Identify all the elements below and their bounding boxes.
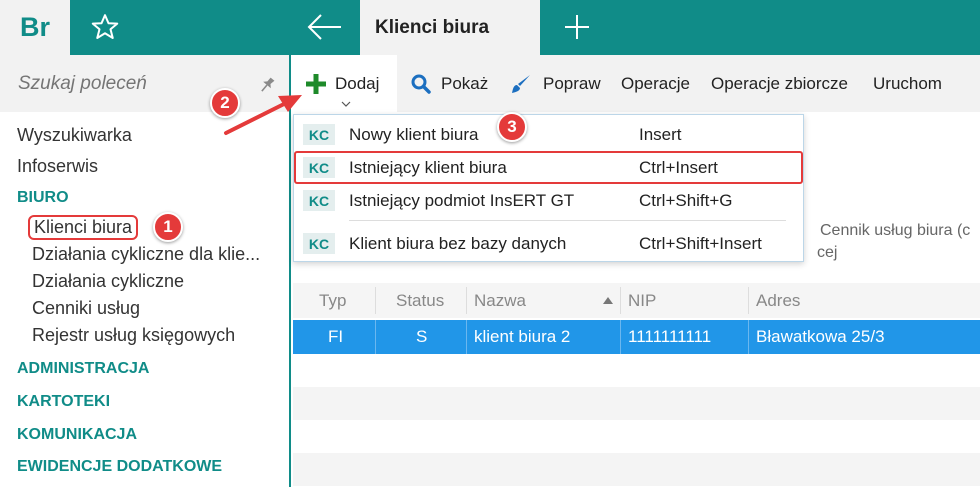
cell-divider xyxy=(466,320,467,354)
sidebar-item-rejestr-uslug[interactable]: Rejestr usług księgowych xyxy=(32,325,235,346)
sidebar-section-administracja[interactable]: ADMINISTRACJA xyxy=(17,360,149,378)
run-button[interactable]: Uruchom xyxy=(873,55,942,112)
price-list-filter-label: Cennik usług biura (c xyxy=(820,222,971,239)
annotation-badge-1: 1 xyxy=(153,212,183,242)
menu-item-existing-client[interactable]: KC Istniejący klient biura Ctrl+Insert xyxy=(294,151,803,184)
kc-badge: KC xyxy=(303,190,335,211)
menu-item-shortcut: Ctrl+Shift+Insert xyxy=(639,233,762,253)
star-icon[interactable] xyxy=(90,12,120,42)
sidebar-item-cenniki-uslug[interactable]: Cenniki usług xyxy=(32,298,140,319)
sidebar-section-kartoteki[interactable]: KARTOTEKI xyxy=(17,393,110,411)
menu-item-label: Klient biura bez bazy danych xyxy=(349,233,567,253)
cell-adres: Bławatkowa 25/3 xyxy=(756,327,885,346)
menu-item-shortcut: Ctrl+Insert xyxy=(639,157,718,177)
menu-item-existing-insert-gt[interactable]: KC Istniejący podmiot InsERT GT Ctrl+Shi… xyxy=(294,184,803,217)
table-row[interactable]: FI S klient biura 2 1111111111 Bławatkow… xyxy=(293,320,980,354)
cell-divider xyxy=(375,320,376,354)
search-icon xyxy=(411,74,431,94)
column-header-adres[interactable]: Adres xyxy=(756,283,800,318)
column-header-nazwa[interactable]: Nazwa xyxy=(474,283,526,318)
price-list-filter-label-line2: cej xyxy=(817,244,838,261)
table-row-empty xyxy=(293,453,980,486)
menu-item-shortcut: Ctrl+Shift+G xyxy=(639,190,733,210)
kc-badge: KC xyxy=(303,233,335,254)
add-button-label: Dodaj xyxy=(335,73,380,93)
annotation-badge-3: 3 xyxy=(497,112,527,142)
sort-ascending-icon xyxy=(603,297,613,304)
column-divider xyxy=(748,287,749,314)
app-logo[interactable]: Br xyxy=(0,0,70,55)
add-dropdown-menu: KC Nowy klient biura Insert KC Istniejąc… xyxy=(293,114,804,262)
column-divider xyxy=(375,287,376,314)
cell-status: S xyxy=(416,327,428,346)
column-header-status[interactable]: Status xyxy=(396,283,444,318)
sidebar-item-wyszukiwarka[interactable]: Wyszukiwarka xyxy=(17,125,132,146)
column-header-typ[interactable]: Typ xyxy=(319,283,346,318)
show-button[interactable]: Pokaż xyxy=(411,55,488,112)
cell-typ: FI xyxy=(328,327,344,346)
cell-nazwa: klient biura 2 xyxy=(474,327,571,346)
menu-item-label: Nowy klient biura xyxy=(349,124,479,144)
kc-badge: KC xyxy=(303,157,335,178)
sidebar-item-klienci-biura[interactable]: Klienci biura xyxy=(28,215,139,240)
edit-button-label: Popraw xyxy=(543,73,601,93)
kc-badge: KC xyxy=(303,124,335,145)
annotation-badge-2: 2 xyxy=(210,88,240,118)
show-button-label: Pokaż xyxy=(441,73,489,93)
column-divider xyxy=(620,287,621,314)
column-divider xyxy=(466,287,467,314)
new-tab-icon[interactable] xyxy=(562,12,592,42)
menu-item-new-client[interactable]: KC Nowy klient biura Insert xyxy=(294,118,803,151)
plus-icon xyxy=(306,73,326,94)
menu-item-client-without-db[interactable]: KC Klient biura bez bazy danych Ctrl+Shi… xyxy=(294,227,803,260)
bulk-operations-button[interactable]: Operacje zbiorcze xyxy=(711,55,848,112)
table-row-empty xyxy=(293,387,980,420)
tab-klienci-biura[interactable]: Klienci biura xyxy=(360,0,540,55)
menu-item-shortcut: Insert xyxy=(639,124,682,144)
table-row-empty xyxy=(293,354,980,387)
brush-icon xyxy=(512,74,530,93)
sidebar-item-dzialania-cykliczne-dla-klientow[interactable]: Działania cykliczne dla klie... xyxy=(32,244,260,265)
sidebar-item-infoserwis[interactable]: Infoserwis xyxy=(17,156,98,177)
menu-item-label: Istniejący podmiot InsERT GT xyxy=(349,190,575,210)
cell-divider xyxy=(620,320,621,354)
edit-button[interactable]: Popraw xyxy=(510,55,601,112)
add-button[interactable]: Dodaj xyxy=(293,55,397,112)
chevron-down-icon[interactable] xyxy=(341,101,351,107)
toolbar: Dodaj Pokaż Popraw Operacje Operacje zbi… xyxy=(293,55,980,112)
sidebar-item-dzialania-cykliczne[interactable]: Działania cykliczne xyxy=(32,271,184,292)
top-bar: Br Klienci biura xyxy=(0,0,980,55)
menu-separator xyxy=(349,220,786,221)
table-row-empty xyxy=(293,420,980,453)
column-header-nip[interactable]: NIP xyxy=(628,283,656,318)
operations-button[interactable]: Operacje xyxy=(621,55,690,112)
menu-item-label: Istniejący klient biura xyxy=(349,157,507,177)
app-window: Br Klienci biura Wyszukiwarka Infoserwis… xyxy=(0,0,980,487)
search-input[interactable] xyxy=(18,73,238,95)
sidebar-section-biuro[interactable]: BIURO xyxy=(17,189,69,207)
grid-header: Typ Status Nazwa NIP Adres xyxy=(293,283,980,318)
back-arrow-icon[interactable] xyxy=(305,12,345,42)
sidebar-section-komunikacja[interactable]: KOMUNIKACJA xyxy=(17,426,137,444)
cell-divider xyxy=(748,320,749,354)
cell-nip: 1111111111 xyxy=(628,327,712,346)
sidebar-section-ewidencje-dodatkowe[interactable]: EWIDENCJE DODATKOWE xyxy=(17,458,222,476)
